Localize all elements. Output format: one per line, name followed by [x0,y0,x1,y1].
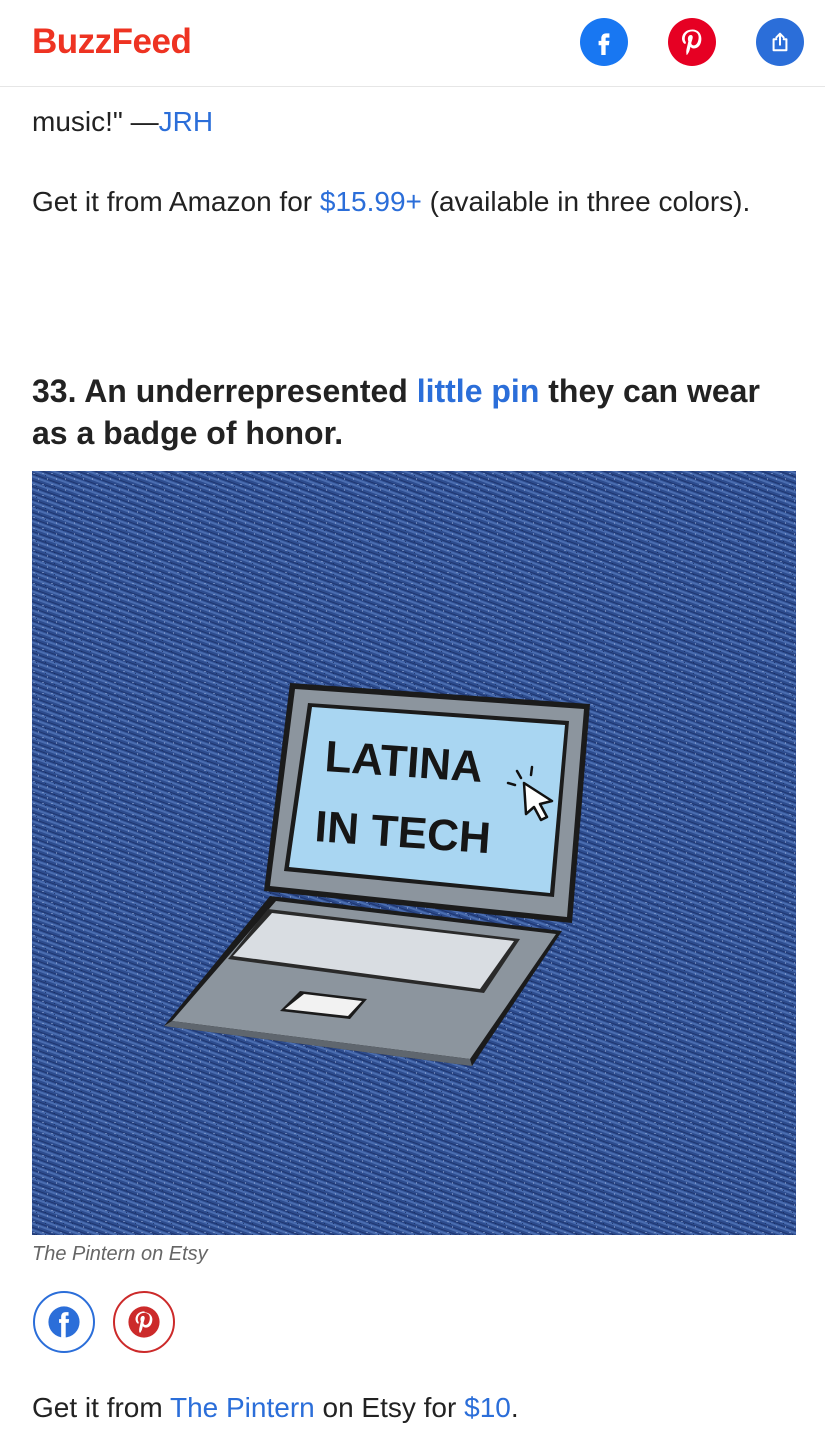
shop-link[interactable]: The Pintern [170,1392,315,1423]
pinterest-icon [682,29,702,56]
pinterest-icon [128,1306,160,1338]
item-title-link[interactable]: little pin [417,373,540,409]
image-facebook-share-button[interactable] [33,1291,95,1353]
facebook-icon [48,1306,80,1338]
laptop-pin-illustration: LATINA IN TECH [32,471,796,1235]
share-icon [772,32,788,52]
amazon-price-link[interactable]: $15.99+ [320,186,422,217]
product-image[interactable]: LATINA IN TECH [32,471,796,1235]
buzzfeed-logo[interactable]: BuzzFeed [32,22,192,62]
share-button[interactable] [756,18,804,66]
pinterest-share-button[interactable] [668,18,716,66]
image-pinterest-share-button[interactable] [113,1291,175,1353]
buy-info: Get it from The Pintern on Etsy for $10. [32,1392,519,1423]
buy-info-prev: Get it from Amazon for $15.99+ (availabl… [32,186,751,217]
quote-attribution: music!" —JRH [32,106,214,137]
facebook-icon [598,33,610,55]
item-title: 33. An underrepresented little pin they … [32,373,760,451]
facebook-share-button[interactable] [580,18,628,66]
image-credit: The Pintern on Etsy [32,1243,208,1265]
site-header: BuzzFeed [0,0,825,87]
etsy-price-link[interactable]: $10 [464,1392,511,1423]
author-link[interactable]: JRH [159,106,213,137]
